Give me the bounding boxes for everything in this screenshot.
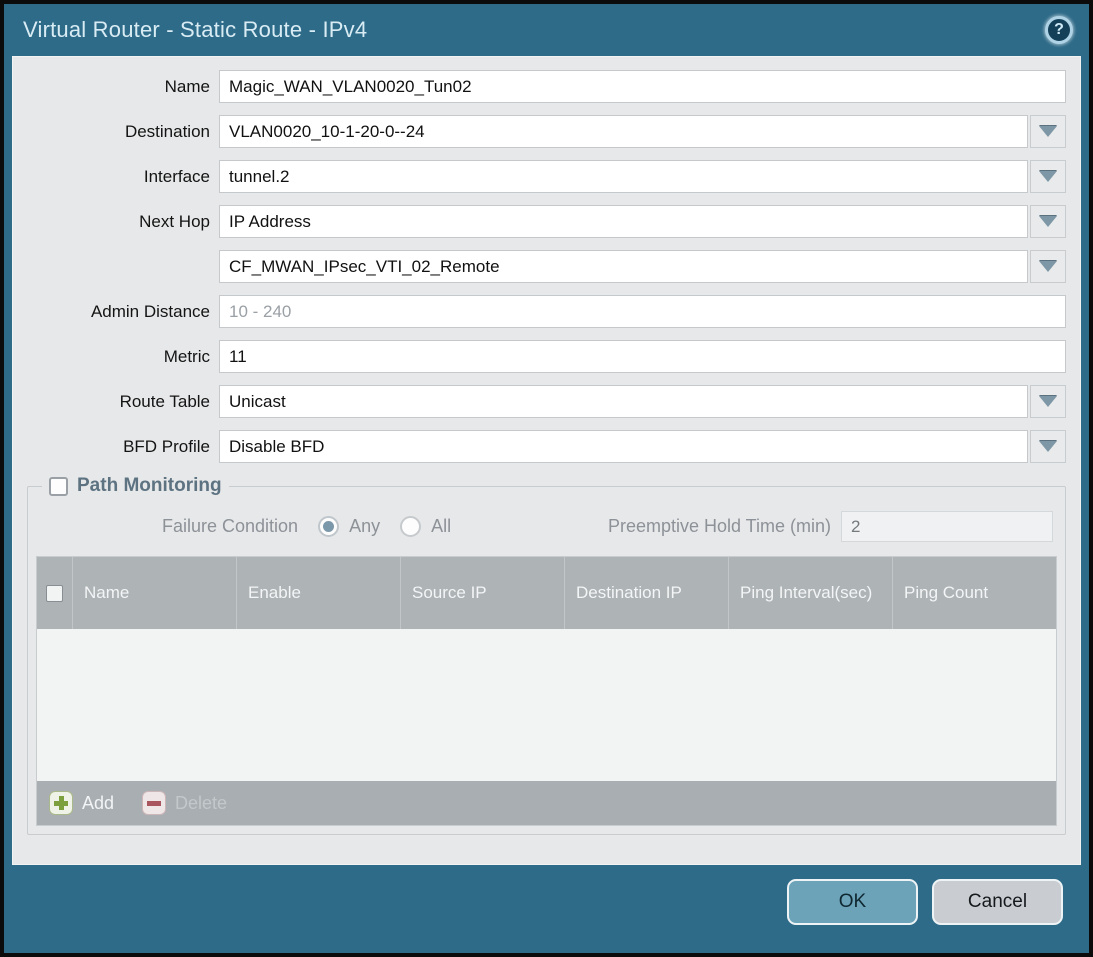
- column-header-name[interactable]: Name: [73, 557, 237, 629]
- failure-condition-label: Failure Condition: [162, 516, 298, 537]
- title-bar: Virtual Router - Static Route - IPv4 ?: [4, 4, 1089, 56]
- chevron-down-icon: [1039, 396, 1057, 407]
- admin-distance-label: Admin Distance: [27, 302, 219, 322]
- select-all-checkbox[interactable]: [46, 585, 63, 602]
- delete-button-label: Delete: [175, 793, 227, 814]
- next-hop-address-input[interactable]: [219, 250, 1028, 283]
- cancel-button[interactable]: Cancel: [932, 879, 1063, 925]
- next-hop-type-input[interactable]: [219, 205, 1028, 238]
- next-hop-address-dropdown-button[interactable]: [1030, 250, 1066, 283]
- bfd-profile-input[interactable]: [219, 430, 1028, 463]
- bfd-profile-label: BFD Profile: [27, 437, 219, 457]
- column-header-source-ip[interactable]: Source IP: [401, 557, 565, 629]
- field-row-next-hop: Next Hop: [27, 205, 1066, 238]
- column-header-ping-interval[interactable]: Ping Interval(sec): [729, 557, 893, 629]
- help-icon[interactable]: ?: [1045, 16, 1073, 44]
- table-body-empty: [37, 629, 1056, 781]
- metric-label: Metric: [27, 347, 219, 367]
- admin-distance-input[interactable]: [219, 295, 1066, 328]
- name-label: Name: [27, 77, 219, 97]
- field-row-next-hop-address: [27, 250, 1066, 283]
- interface-input[interactable]: [219, 160, 1028, 193]
- dialog-content: Name Destination Interface Next Hop: [12, 56, 1081, 865]
- route-table-label: Route Table: [27, 392, 219, 412]
- chevron-down-icon: [1039, 126, 1057, 137]
- preemptive-hold-time-group: Preemptive Hold Time (min): [608, 511, 1053, 542]
- ok-button[interactable]: OK: [787, 879, 918, 925]
- dialog-footer: OK Cancel: [4, 865, 1089, 953]
- chevron-down-icon: [1039, 441, 1057, 452]
- header-checkbox-cell: [37, 557, 73, 629]
- field-row-metric: Metric: [27, 340, 1066, 373]
- column-header-ping-count[interactable]: Ping Count: [893, 557, 1056, 629]
- failure-condition-all-radio[interactable]: [400, 516, 421, 537]
- destination-input[interactable]: [219, 115, 1028, 148]
- failure-condition-any-label: Any: [349, 516, 380, 537]
- route-table-input[interactable]: [219, 385, 1028, 418]
- delete-button[interactable]: Delete: [142, 791, 227, 815]
- failure-condition-all-label: All: [431, 516, 451, 537]
- field-row-destination: Destination: [27, 115, 1066, 148]
- path-monitoring-title: Path Monitoring: [77, 475, 222, 497]
- field-row-bfd-profile: BFD Profile: [27, 430, 1066, 463]
- interface-label: Interface: [27, 167, 219, 187]
- field-row-name: Name: [27, 70, 1066, 103]
- destination-dropdown-button[interactable]: [1030, 115, 1066, 148]
- failure-condition-row: Failure Condition Any All Preemptive Hol…: [162, 511, 1053, 542]
- dialog-title: Virtual Router - Static Route - IPv4: [23, 17, 367, 43]
- path-monitoring-section: Path Monitoring Failure Condition Any Al…: [27, 475, 1066, 835]
- path-monitoring-checkbox[interactable]: [49, 477, 68, 496]
- interface-dropdown-button[interactable]: [1030, 160, 1066, 193]
- metric-input[interactable]: [219, 340, 1066, 373]
- add-button-label: Add: [82, 793, 114, 814]
- chevron-down-icon: [1039, 216, 1057, 227]
- failure-condition-any-radio[interactable]: [318, 516, 339, 537]
- column-header-enable[interactable]: Enable: [237, 557, 401, 629]
- dialog-window: Virtual Router - Static Route - IPv4 ? N…: [0, 0, 1093, 957]
- preemptive-hold-time-label: Preemptive Hold Time (min): [608, 516, 831, 537]
- preemptive-hold-time-input[interactable]: [841, 511, 1053, 542]
- minus-icon: [142, 791, 166, 815]
- destination-label: Destination: [27, 122, 219, 142]
- next-hop-type-dropdown-button[interactable]: [1030, 205, 1066, 238]
- route-table-dropdown-button[interactable]: [1030, 385, 1066, 418]
- add-button[interactable]: Add: [49, 791, 114, 815]
- chevron-down-icon: [1039, 171, 1057, 182]
- path-monitoring-table: Name Enable Source IP Destination IP Pin…: [36, 556, 1057, 826]
- field-row-route-table: Route Table: [27, 385, 1066, 418]
- table-header-row: Name Enable Source IP Destination IP Pin…: [37, 557, 1056, 629]
- field-row-interface: Interface: [27, 160, 1066, 193]
- chevron-down-icon: [1039, 261, 1057, 272]
- name-input[interactable]: [219, 70, 1066, 103]
- path-monitoring-legend: Path Monitoring: [42, 475, 229, 497]
- table-toolbar: Add Delete: [37, 781, 1056, 825]
- column-header-destination-ip[interactable]: Destination IP: [565, 557, 729, 629]
- next-hop-label: Next Hop: [27, 212, 219, 232]
- plus-icon: [49, 791, 73, 815]
- bfd-profile-dropdown-button[interactable]: [1030, 430, 1066, 463]
- field-row-admin-distance: Admin Distance: [27, 295, 1066, 328]
